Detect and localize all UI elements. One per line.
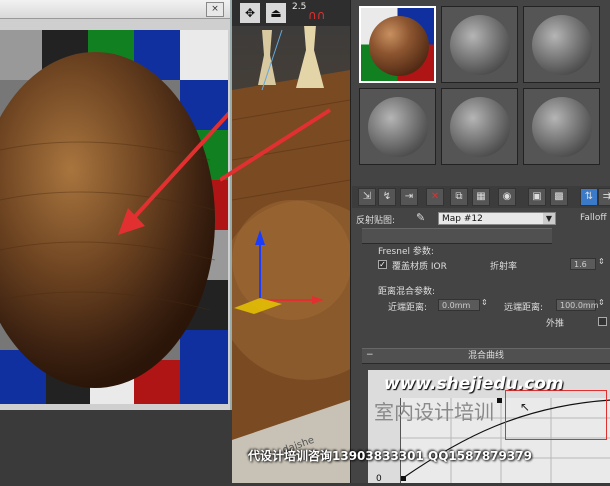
wood-material-preview	[369, 16, 429, 76]
collapse-icon[interactable]: −	[366, 350, 374, 360]
spinner-arrows-icon[interactable]: ⇕	[598, 298, 605, 307]
material-toolbar: ⇲ ↯ ⇥ ✕ ⧉ ▦ ◉ ▣ ▩ ⇅ ⇉	[352, 186, 610, 208]
mix-curve-rollout[interactable]: 混合曲线	[362, 348, 610, 364]
material-preview	[532, 15, 592, 75]
rendered-sphere-image	[0, 30, 228, 404]
go-to-parent-icon[interactable]: ⇅	[580, 188, 598, 206]
put-to-scene-icon[interactable]: ↯	[378, 188, 396, 206]
render-window-titlebar[interactable]: ×	[0, 0, 230, 19]
fresnel-title: Fresnel 参数:	[378, 247, 434, 257]
override-ior-label: 覆盖材质 IOR	[392, 262, 447, 272]
magnet-icon[interactable]: ∩∩	[308, 8, 326, 22]
extrapolate-label: 外推	[546, 319, 565, 329]
snap-value: 2.5	[292, 2, 307, 12]
material-effects-icon[interactable]: ◉	[498, 188, 516, 206]
mix-curve-title: 混合曲线	[467, 351, 504, 361]
watermark-cn: 室内设计培训	[374, 400, 494, 424]
spinner-arrows-icon[interactable]: ⇕	[481, 298, 488, 307]
material-slot[interactable]	[523, 6, 600, 83]
reflection-map-label: 反射贴图:	[356, 216, 396, 226]
move-icon[interactable]: ✥	[240, 3, 260, 23]
scene-viewport[interactable]: daishe	[232, 0, 350, 483]
near-distance-label: 近端距离:	[388, 303, 428, 313]
ior-label: 折射率	[490, 262, 518, 272]
near-distance-spinner[interactable]: 0.0mm	[438, 299, 480, 311]
map-name: Map #12	[442, 214, 483, 224]
go-forward-icon[interactable]: ⇉	[598, 188, 610, 206]
far-distance-spinner[interactable]: 100.0mm	[556, 299, 599, 311]
show-map-icon[interactable]: ▣	[528, 188, 546, 206]
upload-icon[interactable]: ⏏	[266, 3, 286, 23]
annotation-arrow	[220, 108, 332, 182]
delete-icon[interactable]: ✕	[426, 188, 444, 206]
map-type-label: Falloff	[580, 213, 607, 223]
map-name-dropdown[interactable]: Map #12 ▼	[438, 212, 556, 225]
material-slot[interactable]	[441, 6, 518, 83]
close-button[interactable]: ×	[206, 2, 224, 17]
viewport-toolbar: ✥ ⏏ 2.5 ∩∩	[232, 0, 350, 26]
show-end-result-icon[interactable]: ▩	[550, 188, 568, 206]
extrapolate-checkbox[interactable]	[598, 317, 607, 326]
material-slot[interactable]	[441, 88, 518, 165]
override-ior-checkbox[interactable]: ✓	[378, 260, 387, 269]
eyedropper-icon[interactable]: ✎	[416, 211, 425, 224]
distance-blend-title: 距离混合参数:	[378, 287, 436, 297]
reflection-map-row: 反射贴图: ✎ Map #12 ▼ Falloff	[352, 210, 610, 228]
ior-spinner[interactable]: 1.6	[570, 258, 596, 270]
render-frame-window[interactable]: ×	[0, 0, 232, 410]
watermark-url: www.shejiedu.com	[384, 374, 564, 394]
scene-render	[232, 25, 350, 483]
rollout-divider[interactable]	[362, 228, 552, 244]
make-unique-icon[interactable]: ⧉	[450, 188, 468, 206]
material-preview	[450, 97, 510, 157]
chevron-down-icon[interactable]: ▼	[543, 213, 555, 224]
get-material-icon[interactable]: ⇲	[358, 188, 376, 206]
watermark-contact: 代设计培训咨询13903833301 QQ1587879379	[248, 449, 532, 463]
far-distance-label: 远端距离:	[504, 303, 544, 313]
assign-material-icon[interactable]: ⇥	[400, 188, 418, 206]
material-preview	[368, 97, 428, 157]
material-slot-active[interactable]	[359, 6, 436, 83]
put-to-library-icon[interactable]: ▦	[472, 188, 490, 206]
material-slot[interactable]	[523, 88, 600, 165]
highlight-box	[505, 390, 607, 440]
spinner-arrows-icon[interactable]: ⇕	[598, 257, 605, 266]
material-preview	[450, 15, 510, 75]
material-preview	[532, 97, 592, 157]
render-canvas	[0, 30, 228, 404]
material-slot[interactable]	[359, 88, 436, 165]
